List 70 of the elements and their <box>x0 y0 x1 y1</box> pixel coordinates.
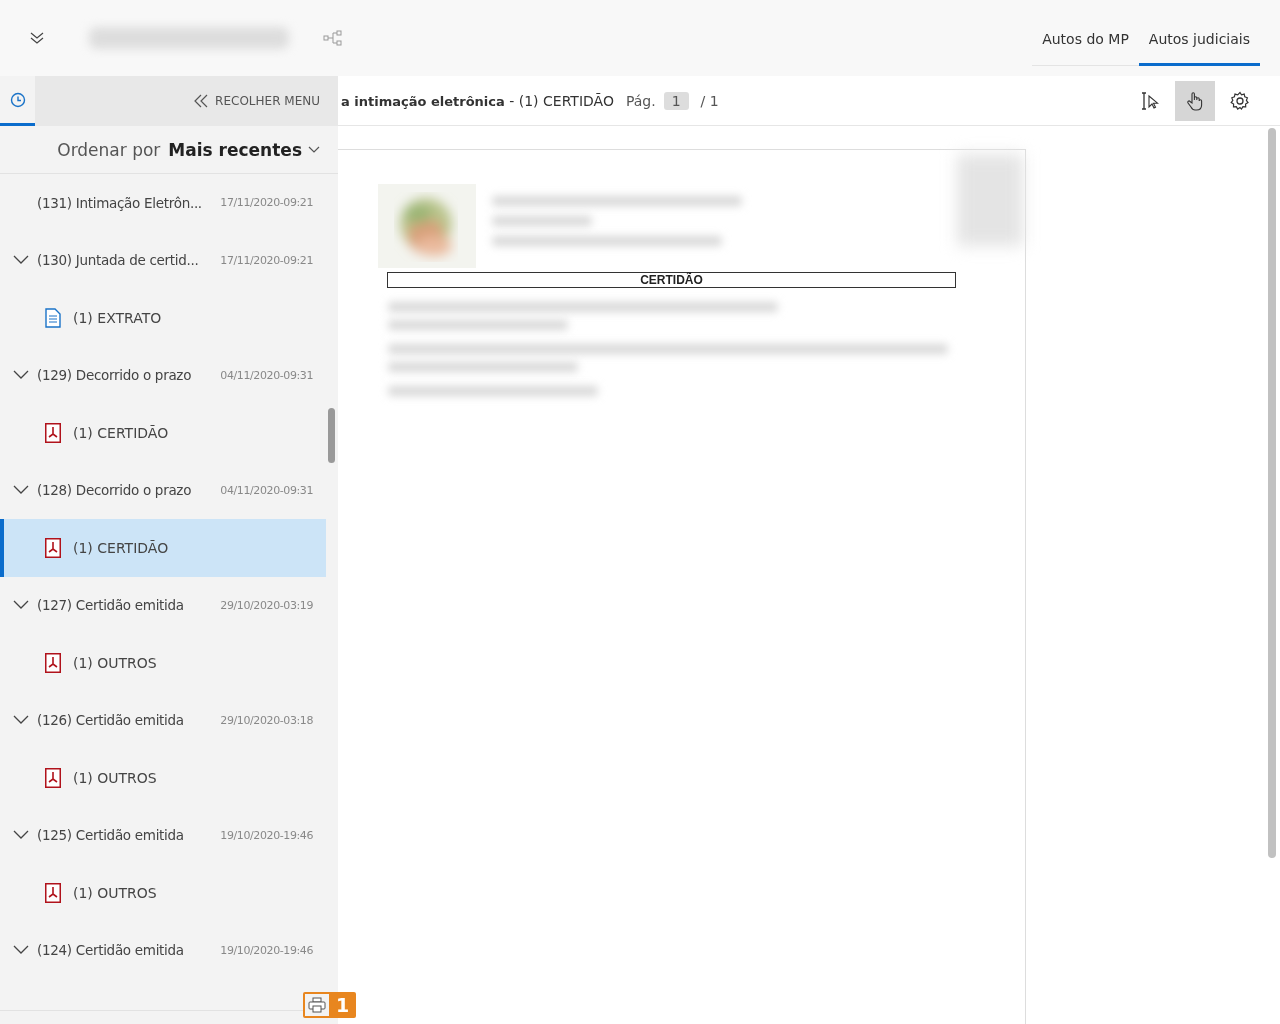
tab[interactable]: Autos do MP <box>1032 21 1139 66</box>
document-item[interactable]: (1) CERTIDÃO <box>0 404 326 462</box>
text-cursor-icon <box>1140 90 1160 111</box>
event-date: 29/10/2020-03:19 <box>220 598 313 612</box>
scrollbar[interactable] <box>328 408 335 463</box>
event-title: (124) Certidão emitida <box>37 942 185 959</box>
chevron-icon[interactable] <box>12 370 29 381</box>
page-field[interactable]: 1 <box>663 91 689 110</box>
double-chevron-icon <box>193 94 210 108</box>
expand-icon[interactable] <box>29 30 45 46</box>
event-date: 19/10/2020-19:46 <box>220 943 313 957</box>
tree-item[interactable]: (124) Certidão emitida 19/10/2020-19:46 <box>0 921 326 979</box>
chevron-icon[interactable] <box>12 600 29 611</box>
event-date: 17/11/2020-09:21 <box>220 196 313 210</box>
tree-item[interactable]: (131) Intimação Eletrôn... 17/11/2020-09:21 <box>0 174 326 232</box>
event-date: 04/11/2020-09:31 <box>220 483 313 497</box>
event-title: (126) Certidão emitida <box>37 712 185 729</box>
sort-label: Ordenar por <box>57 139 161 160</box>
pdf-file-icon <box>45 652 61 673</box>
pdf-file-icon <box>45 537 61 558</box>
document-item[interactable]: (1) EXTRATO <box>0 289 326 347</box>
sort-dropdown[interactable]: Mais recentes <box>168 139 320 160</box>
tree-item[interactable]: (129) Decorrido o prazo 04/11/2020-09:31 <box>0 346 326 404</box>
document-title: a intimação eletrônica - (1) CERTIDÃO <box>341 92 614 109</box>
chevron-icon[interactable] <box>12 945 29 956</box>
printer-icon <box>308 997 326 1013</box>
document-title: (1) CERTIDÃO <box>73 539 169 556</box>
pdf-file-icon <box>45 767 61 788</box>
document-heading: CERTIDÃO <box>387 272 956 288</box>
document-title: (1) OUTROS <box>73 884 157 901</box>
hand-tool-button[interactable] <box>1175 80 1215 121</box>
event-title: (128) Decorrido o prazo <box>37 482 193 499</box>
chevron-icon[interactable] <box>12 485 29 496</box>
document-title: (1) OUTROS <box>73 769 157 786</box>
document-item[interactable]: (1) OUTROS <box>0 864 326 922</box>
tree-item[interactable]: (130) Juntada de certid... 17/11/2020-09:21 <box>0 231 326 289</box>
tree-item[interactable]: (126) Certidão emitida 29/10/2020-03:18 <box>0 691 326 749</box>
event-title: (130) Juntada de certid... <box>37 252 200 269</box>
collapse-menu-button[interactable]: RECOLHER MENU <box>35 76 338 126</box>
settings-icon <box>1230 90 1250 111</box>
event-title: (125) Certidão emitida <box>37 827 185 844</box>
chevron-icon[interactable] <box>12 255 29 266</box>
event-title: (129) Decorrido o prazo <box>37 367 193 384</box>
event-date: 17/11/2020-09:21 <box>220 253 313 267</box>
document-item[interactable]: (1) OUTROS <box>0 634 326 692</box>
document-title: (1) EXTRATO <box>73 309 162 326</box>
document-title: (1) OUTROS <box>73 654 157 671</box>
event-title: (131) Intimação Eletrôn... <box>37 194 203 211</box>
tab[interactable]: Autos judiciais <box>1138 21 1260 66</box>
document-item[interactable]: (1) OUTROS <box>0 749 326 807</box>
clock-icon <box>9 91 26 108</box>
hand-icon <box>1186 90 1204 111</box>
tree-item[interactable]: (128) Decorrido o prazo 04/11/2020-09:31 <box>0 461 326 519</box>
page-total: / 1 <box>700 92 719 109</box>
chevron-icon[interactable] <box>12 715 29 726</box>
event-date: 19/10/2020-19:46 <box>220 828 313 842</box>
scrollbar[interactable] <box>1268 128 1276 858</box>
tree-item[interactable]: (127) Certidão emitida 29/10/2020-03:19 <box>0 576 326 634</box>
pdf-file-icon <box>45 882 61 903</box>
document-title: (1) CERTIDÃO <box>73 424 169 441</box>
chevron-icon <box>308 145 320 154</box>
document-item[interactable]: (1) CERTIDÃO <box>0 519 326 577</box>
chevron-icon[interactable] <box>12 830 29 841</box>
event-date: 04/11/2020-09:31 <box>220 368 313 382</box>
event-title: (127) Certidão emitida <box>37 597 185 614</box>
pdf-file-icon <box>45 422 61 443</box>
text-file-icon <box>45 307 61 328</box>
page-label: Pág. <box>625 92 656 109</box>
tree-item[interactable]: (125) Certidão emitida 19/10/2020-19:46 <box>0 806 326 864</box>
event-date: 29/10/2020-03:18 <box>220 713 313 727</box>
